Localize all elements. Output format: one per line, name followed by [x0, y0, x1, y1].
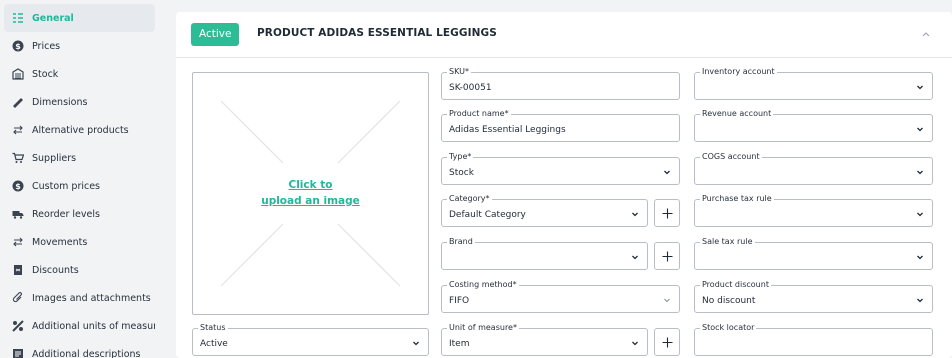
- document-icon: [12, 348, 24, 358]
- sidebar-item-movements[interactable]: Movements: [4, 228, 155, 256]
- chevron-down-icon: [917, 212, 923, 217]
- category-select[interactable]: Category* Default Category: [441, 194, 648, 227]
- status-badge: Active: [191, 23, 240, 46]
- cart-icon: [12, 152, 24, 164]
- costing-method-select[interactable]: Costing method* FIFO: [441, 280, 680, 313]
- chevron-down-icon: [664, 170, 670, 175]
- plus-icon: [662, 251, 673, 262]
- chevron-down-icon: [917, 127, 923, 132]
- page-title: PRODUCT ADIDAS ESSENTIAL LEGGINGS: [257, 27, 497, 39]
- sidebar-item-label: Reorder levels: [32, 208, 100, 220]
- inventory-account-select[interactable]: Inventory account: [694, 67, 933, 100]
- sku-field[interactable]: SKU* SK-00051: [441, 67, 680, 100]
- sidebar-item-prices[interactable]: $ Prices: [4, 32, 155, 60]
- plus-icon: [662, 337, 673, 348]
- plus-icon: [662, 208, 673, 219]
- purchase-tax-rule-select[interactable]: Purchase tax rule: [694, 194, 933, 227]
- chevron-down-icon: [413, 341, 419, 346]
- chevron-down-icon: [664, 298, 670, 303]
- product-discount-select[interactable]: Product discount No discount: [694, 280, 933, 313]
- sidebar-item-label: Custom prices: [32, 180, 101, 192]
- chevron-up-icon[interactable]: [920, 28, 932, 40]
- image-upload-area[interactable]: Click to upload an image: [192, 72, 429, 315]
- warehouse-icon: [12, 68, 24, 80]
- sidebar-item-label: Dimensions: [32, 96, 88, 108]
- sidebar-item-additional-descriptions[interactable]: Additional descriptions: [4, 340, 155, 358]
- card-header: Active PRODUCT ADIDAS ESSENTIAL LEGGINGS: [176, 12, 952, 58]
- type-select[interactable]: Type* Stock: [441, 152, 680, 185]
- add-category-button[interactable]: [654, 199, 680, 227]
- sidebar-item-discounts[interactable]: Discounts: [4, 256, 155, 284]
- sidebar-item-label: Additional units of measure: [32, 320, 155, 332]
- truck-icon: [12, 208, 24, 220]
- sidebar-item-label: Discounts: [32, 264, 79, 276]
- sidebar-item-dimensions[interactable]: Dimensions: [4, 88, 155, 116]
- stock-locator-field[interactable]: Stock locator: [694, 323, 933, 356]
- chevron-down-icon: [632, 212, 638, 217]
- revenue-account-select[interactable]: Revenue account: [694, 109, 933, 142]
- add-unit-button[interactable]: [654, 328, 680, 356]
- sidebar-item-suppliers[interactable]: Suppliers: [4, 144, 155, 172]
- sidebar-item-label: Stock: [32, 68, 59, 80]
- chevron-down-icon: [632, 255, 638, 260]
- svg-text:$: $: [15, 182, 21, 191]
- general-icon: [12, 12, 24, 24]
- sale-tax-rule-select[interactable]: Sale tax rule: [694, 237, 933, 270]
- sidebar-item-label: Images and attachments: [32, 292, 151, 304]
- swap-icon: [12, 124, 24, 136]
- unit-of-measure-select[interactable]: Unit of measure* Item: [441, 323, 648, 356]
- sidebar-item-label: Alternative products: [32, 124, 129, 136]
- product-card: Active PRODUCT ADIDAS ESSENTIAL LEGGINGS…: [176, 12, 952, 358]
- sidebar-item-images-and-attachments[interactable]: Images and attachments: [4, 284, 155, 312]
- dollar-icon: $: [12, 180, 24, 192]
- add-brand-button[interactable]: [654, 242, 680, 270]
- chevron-down-icon: [632, 341, 638, 346]
- sidebar-item-additional-units[interactable]: Additional units of measure: [4, 312, 155, 340]
- dollar-icon: $: [12, 40, 24, 52]
- chevron-down-icon: [917, 298, 923, 303]
- cogs-account-select[interactable]: COGS account: [694, 152, 933, 185]
- chevron-down-icon: [917, 85, 923, 90]
- sidebar-item-label: Suppliers: [32, 152, 77, 164]
- upload-image-link[interactable]: Click to upload an image: [193, 177, 428, 209]
- sidebar-item-label: Additional descriptions: [32, 348, 141, 358]
- ruler-icon: [12, 96, 24, 108]
- sidebar-item-label: Movements: [32, 236, 88, 248]
- brand-select[interactable]: Brand: [441, 237, 648, 270]
- tag-icon: [12, 264, 24, 276]
- swap-icon: [12, 236, 24, 248]
- sidebar-item-stock[interactable]: Stock: [4, 60, 155, 88]
- sidebar-item-general[interactable]: General: [4, 4, 155, 32]
- status-select[interactable]: Status Active: [192, 323, 429, 356]
- sidebar-item-custom-prices[interactable]: $ Custom prices: [4, 172, 155, 200]
- product-name-field[interactable]: Product name* Adidas Essential Leggings: [441, 109, 680, 142]
- svg-text:$: $: [15, 42, 21, 51]
- sidebar-item-label: General: [32, 12, 74, 24]
- sidebar-item-alternative-products[interactable]: Alternative products: [4, 116, 155, 144]
- sidebar-item-label: Prices: [32, 40, 61, 52]
- paperclip-icon: [12, 292, 24, 304]
- chevron-down-icon: [917, 170, 923, 175]
- sidebar: General $ Prices Stock Dimensions Altern…: [0, 0, 163, 358]
- scale-icon: [12, 320, 24, 332]
- chevron-down-icon: [917, 255, 923, 260]
- sidebar-item-reorder-levels[interactable]: Reorder levels: [4, 200, 155, 228]
